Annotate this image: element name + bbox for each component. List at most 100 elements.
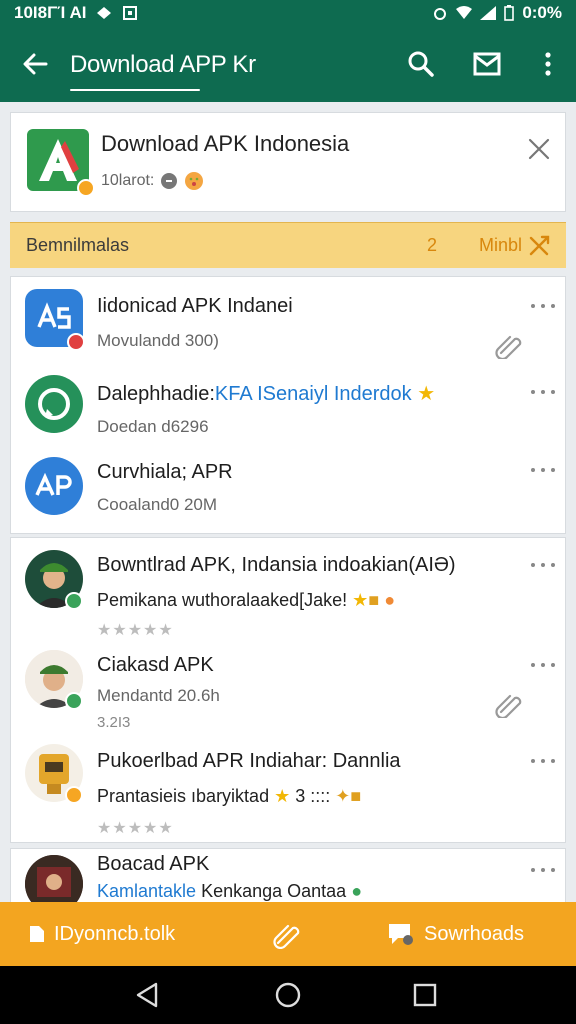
item-subtitle-text: Pemikana wuthoralaaked[Jake! (97, 590, 348, 610)
list-item[interactable]: Iidonicad APK Indanei Movulandd 300) (11, 277, 567, 363)
chat-bubble-icon (389, 924, 413, 945)
list-item[interactable]: Boacad APK Kamlantakle Kenkanga Oantaa ● (11, 849, 565, 907)
star-icon: ★ (417, 383, 436, 405)
star-icon: ★ (352, 590, 369, 610)
item-detail: 3.2I3 (97, 714, 131, 731)
nav-back-icon[interactable] (132, 980, 162, 1010)
bottom-action-bar: IDyonncb.tolk Sowrhoads (0, 902, 576, 966)
item-subtitle-highlight: Kamlantakle (97, 881, 197, 901)
notification-icon (97, 7, 112, 19)
overflow-menu-button[interactable] (520, 26, 576, 102)
mail-button[interactable] (454, 26, 520, 102)
item-title: Boacad APK (97, 853, 210, 875)
list-item[interactable]: Ciakasd APK Mendantd 20.6h 3.2I3 (11, 638, 567, 738)
item-subtitle: Mendantd 20.6h (97, 686, 220, 705)
app-icon-glyph (25, 855, 83, 907)
battery-icon (504, 5, 515, 21)
item-title: Dalephhadie:KFA ISenaiyl Inderdok ★ (97, 381, 435, 406)
alarm-icon (434, 8, 447, 20)
app-list-card: Boacad APK Kamlantakle Kenkanga Oantaa ● (10, 848, 566, 908)
banner-more-label: Minbl (478, 235, 522, 255)
mail-icon (473, 52, 501, 76)
paperclip-icon (273, 924, 300, 949)
status-left-text: 10I8ΓΊ ΑI (14, 3, 87, 22)
status-bar: 10I8ΓΊ ΑI 0:0% (0, 0, 576, 26)
nav-recents-icon[interactable] (410, 980, 440, 1010)
item-subtitle: Doedan d6296 (97, 417, 209, 436)
app-meta: 10larot: (101, 171, 204, 191)
star-icon: ★ (274, 786, 291, 806)
attachment-icon[interactable] (495, 690, 523, 718)
rating-stars: ★★★★★ (97, 820, 174, 837)
item-more-button[interactable] (531, 660, 555, 670)
banner-more-button[interactable]: Minbl (479, 235, 550, 257)
item-title: Iidonicad APK Indanei (97, 295, 293, 317)
status-badge (65, 786, 83, 804)
list-item[interactable]: Dalephhadie:KFA ISenaiyl Inderdok ★ Doed… (11, 363, 567, 447)
sparkle-icon: ✦■ (335, 786, 362, 806)
item-more-button[interactable] (531, 560, 555, 570)
app-list-card: Bowntlrad APK, Indansia indoakian(AIƏ) P… (10, 537, 566, 843)
nav-home-icon[interactable] (273, 980, 303, 1010)
list-item[interactable]: Bowntlrad APK, Indansia indoakian(AIƏ) P… (11, 538, 567, 639)
app-icon (25, 457, 83, 515)
app-name: Download APK Indonesia (101, 131, 350, 156)
item-more-button[interactable] (531, 756, 555, 766)
item-title-text: Dalephhadie: (97, 383, 215, 405)
bottom-attach-button[interactable] (272, 919, 302, 949)
bottom-link-button[interactable]: IDyonncb.tolk (28, 923, 175, 946)
list-item[interactable]: Pukoerlbad APR Indiahar: Dannlia Prantas… (11, 738, 567, 842)
item-more-button[interactable] (531, 387, 555, 397)
back-button[interactable] (0, 26, 70, 102)
attachment-icon[interactable] (495, 331, 523, 359)
bottom-left-label: IDyonncb.tolk (54, 922, 176, 945)
verified-badge (65, 692, 83, 710)
app-meta-text: 10larot: (101, 172, 155, 189)
status-right-text: 0:0% (522, 3, 562, 22)
emoji-icon (185, 172, 204, 190)
wifi-icon (456, 6, 473, 19)
item-title: Curvhiala; APR (97, 461, 233, 483)
item-title: Ciakasd APK (97, 654, 214, 676)
badge-icon: ■ (368, 590, 380, 610)
item-title: Bowntlrad APK, Indansia indoakian(AIƏ) (97, 554, 456, 576)
banner-count: 2 (426, 235, 437, 255)
emoji-icon: ● (384, 590, 396, 610)
item-subtitle: Movulandd 300) (97, 331, 219, 350)
item-more-button[interactable] (531, 465, 555, 475)
item-subtitle: Cooaland0 20M (97, 495, 218, 514)
item-more-button[interactable] (531, 301, 555, 311)
item-subtitle-extra: 3 :::: (295, 786, 331, 806)
tools-icon (529, 235, 550, 255)
item-subtitle: Pemikana wuthoralaaked[Jake! ★■ ● (97, 590, 395, 611)
more-vert-icon (545, 52, 551, 76)
list-item[interactable]: Curvhiala; APR Cooaland0 20M (11, 447, 567, 533)
rating-stars: ★★★★★ (97, 622, 174, 639)
section-banner: Bemnilmalas 2 Minbl (10, 222, 566, 268)
logo-badge (77, 179, 95, 197)
item-more-button[interactable] (531, 865, 555, 875)
app-icon (25, 855, 83, 907)
verified-badge (65, 592, 83, 610)
app-bar-title: Download APP Kr (70, 51, 256, 78)
bottom-downloads-button[interactable]: Sowrhoads (386, 920, 524, 948)
app-list-card: Iidonicad APK Indanei Movulandd 300) Dal… (10, 276, 566, 534)
item-subtitle-text: Kenkanga Oantaa (201, 881, 347, 901)
bottom-right-label: Sowrhoads (424, 922, 525, 945)
download-notification-icon (123, 6, 138, 20)
item-subtitle: Prantasieis ıbaryiktad ★ 3 :::: ✦■ (97, 786, 361, 807)
back-arrow-icon (23, 53, 48, 75)
close-icon[interactable] (525, 135, 553, 163)
app-header-card[interactable]: Download APK Indonesia 10larot: (10, 112, 566, 212)
title-underline (70, 89, 200, 91)
app-icon-glyph (38, 388, 70, 420)
app-icon (25, 375, 83, 433)
item-title: Pukoerlbad APR Indiahar: Dannlia (97, 750, 401, 772)
search-icon (408, 51, 434, 77)
banner-label: Bemnilmalas (26, 235, 130, 255)
search-button[interactable] (388, 26, 454, 102)
app-bar: Download APP Kr (0, 26, 576, 102)
app-logo (27, 129, 95, 197)
status-badge (67, 333, 85, 351)
item-subtitle: Kamlantakle Kenkanga Oantaa ● (97, 881, 362, 902)
